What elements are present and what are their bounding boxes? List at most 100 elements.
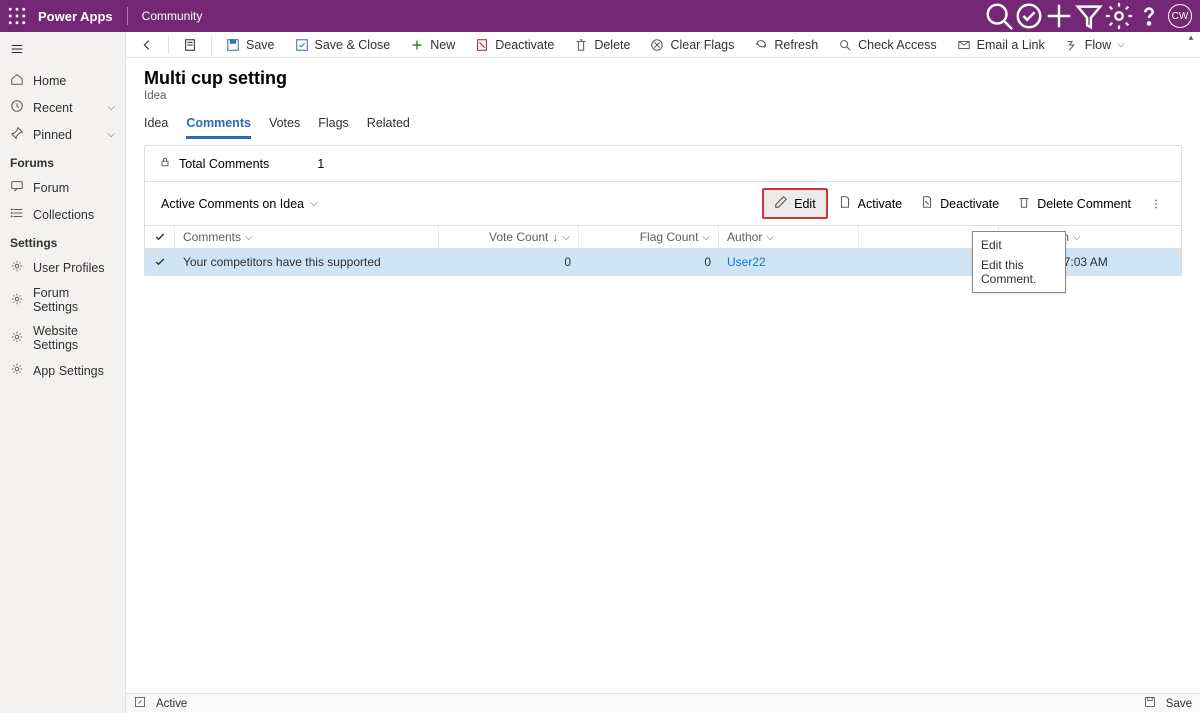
nav-collapse-icon[interactable]	[0, 38, 125, 67]
col-author[interactable]: Author ⌵	[719, 226, 859, 248]
activate-button[interactable]: Activate	[830, 191, 910, 216]
select-all-checkbox[interactable]	[145, 226, 175, 248]
user-avatar[interactable]: CW	[1168, 4, 1192, 28]
nav-forum-settings-label: Forum Settings	[33, 286, 115, 314]
author-link[interactable]: User22	[727, 255, 766, 269]
delete-button[interactable]: Delete	[566, 35, 638, 55]
email-link-button[interactable]: Email a Link	[949, 35, 1053, 55]
tooltip-body: Edit this Comment.	[981, 258, 1057, 286]
form-selector-icon[interactable]	[175, 35, 205, 55]
delete-label: Delete	[594, 38, 630, 52]
row-checkbox[interactable]	[145, 249, 175, 275]
total-comments-count: 1	[317, 157, 324, 171]
col-flag-count[interactable]: Flag Count⌵	[579, 226, 719, 248]
settings-gear-icon[interactable]	[1104, 0, 1134, 32]
deactivate-button[interactable]: Deactivate	[467, 35, 562, 55]
clear-flags-label: Clear Flags	[670, 38, 734, 52]
tooltip-title: Edit	[981, 238, 1057, 252]
tab-related[interactable]: Related	[367, 116, 410, 139]
save-button[interactable]: Save	[218, 35, 283, 55]
nav-app-settings[interactable]: App Settings	[0, 357, 125, 384]
nav-forum[interactable]: Forum	[0, 174, 125, 201]
nav-user-profiles[interactable]: User Profiles	[0, 254, 125, 281]
add-icon[interactable]	[1044, 0, 1074, 32]
chevron-down-icon: ⌵	[766, 232, 774, 243]
nav-recent-label: Recent	[33, 101, 73, 115]
delete-comment-button[interactable]: Delete Comment	[1009, 191, 1139, 216]
nav-forum-settings[interactable]: Forum Settings	[0, 281, 125, 319]
chevron-down-icon: ⌵	[245, 232, 253, 243]
form-tabs: Idea Comments Votes Flags Related	[126, 102, 1200, 139]
chevron-down-icon[interactable]: ⌵	[107, 129, 115, 140]
nav-collections[interactable]: Collections	[0, 201, 125, 228]
edit-label: Edit	[794, 197, 816, 211]
tab-comments[interactable]: Comments	[186, 116, 251, 139]
subgrid-title[interactable]: Active Comments on Idea ⌵	[155, 193, 324, 215]
footer-save-label[interactable]: Save	[1166, 698, 1192, 710]
col-comments[interactable]: Comments⌵	[175, 226, 439, 248]
gear-icon	[10, 292, 24, 309]
nav-home-label: Home	[33, 74, 66, 88]
nav-pinned[interactable]: Pinned ⌵	[0, 121, 125, 148]
global-header: Power Apps Community CW	[0, 0, 1200, 32]
save-close-button[interactable]: Save & Close	[287, 35, 399, 55]
col-author-label: Author	[727, 230, 762, 244]
env-label[interactable]: Community	[142, 9, 203, 23]
chevron-down-icon: ⌵	[1073, 232, 1081, 243]
clear-flags-button[interactable]: Clear Flags	[642, 35, 742, 55]
back-button[interactable]	[132, 35, 162, 55]
forum-icon	[10, 179, 24, 196]
new-button[interactable]: New	[402, 35, 463, 55]
lock-icon	[159, 156, 171, 171]
command-bar: Save Save & Close New Deactivate Delete …	[126, 32, 1200, 58]
save-close-label: Save & Close	[315, 38, 391, 52]
home-icon	[10, 72, 24, 89]
nav-section-forums: Forums	[0, 148, 125, 174]
subgrid-title-label: Active Comments on Idea	[161, 197, 304, 211]
filter-icon[interactable]	[1074, 0, 1104, 32]
search-icon[interactable]	[984, 0, 1014, 32]
chevron-down-icon[interactable]: ⌵	[107, 102, 115, 113]
nav-forum-label: Forum	[33, 181, 69, 195]
deactivate-subgrid-button[interactable]: Deactivate	[912, 191, 1007, 216]
footer-save-icon[interactable]	[1144, 696, 1156, 711]
row-author: User22	[719, 249, 859, 275]
tab-flags[interactable]: Flags	[318, 116, 349, 139]
nav-collections-label: Collections	[33, 208, 94, 222]
nav-website-settings[interactable]: Website Settings	[0, 319, 125, 357]
chevron-down-icon: ⌵	[310, 198, 318, 209]
trash-icon	[1017, 195, 1031, 212]
chevron-down-icon: ⌵	[562, 232, 570, 243]
expand-icon[interactable]	[134, 696, 146, 711]
nav-website-settings-label: Website Settings	[33, 324, 115, 352]
cmd-separator	[168, 36, 169, 54]
task-check-icon[interactable]	[1014, 0, 1044, 32]
app-launcher-icon[interactable]	[8, 7, 26, 25]
row-flag-count: 0	[579, 249, 719, 275]
page-subtitle: Idea	[144, 90, 1182, 102]
gear-icon	[10, 330, 24, 347]
more-commands-button[interactable]	[1141, 193, 1171, 215]
vertical-scrollbar[interactable]: ▴	[1184, 32, 1198, 713]
edit-tooltip: Edit Edit this Comment.	[972, 231, 1066, 293]
tab-idea[interactable]: Idea	[144, 116, 168, 139]
activate-label: Activate	[858, 197, 902, 211]
deactivate-label: Deactivate	[495, 38, 554, 52]
status-footer: Active Save	[126, 693, 1200, 713]
document-icon	[838, 195, 852, 212]
col-vote-count[interactable]: Vote Count ↓ ⌵	[439, 226, 579, 248]
check-access-button[interactable]: Check Access	[830, 35, 945, 55]
nav-home[interactable]: Home	[0, 67, 125, 94]
refresh-button[interactable]: Refresh	[746, 35, 826, 55]
left-nav: Home Recent ⌵ Pinned ⌵ Forums Forum Coll…	[0, 32, 126, 713]
nav-recent[interactable]: Recent ⌵	[0, 94, 125, 121]
tab-votes[interactable]: Votes	[269, 116, 300, 139]
chevron-down-icon: ⌵	[702, 232, 710, 243]
gear-icon	[10, 259, 24, 276]
scroll-up-icon[interactable]: ▴	[1184, 32, 1198, 43]
help-icon[interactable]	[1134, 0, 1164, 32]
page-header: Multi cup setting Idea	[126, 58, 1200, 102]
edit-button[interactable]: Edit	[762, 188, 828, 219]
flow-button[interactable]: Flow⌵	[1057, 35, 1133, 55]
pencil-icon	[774, 195, 788, 212]
